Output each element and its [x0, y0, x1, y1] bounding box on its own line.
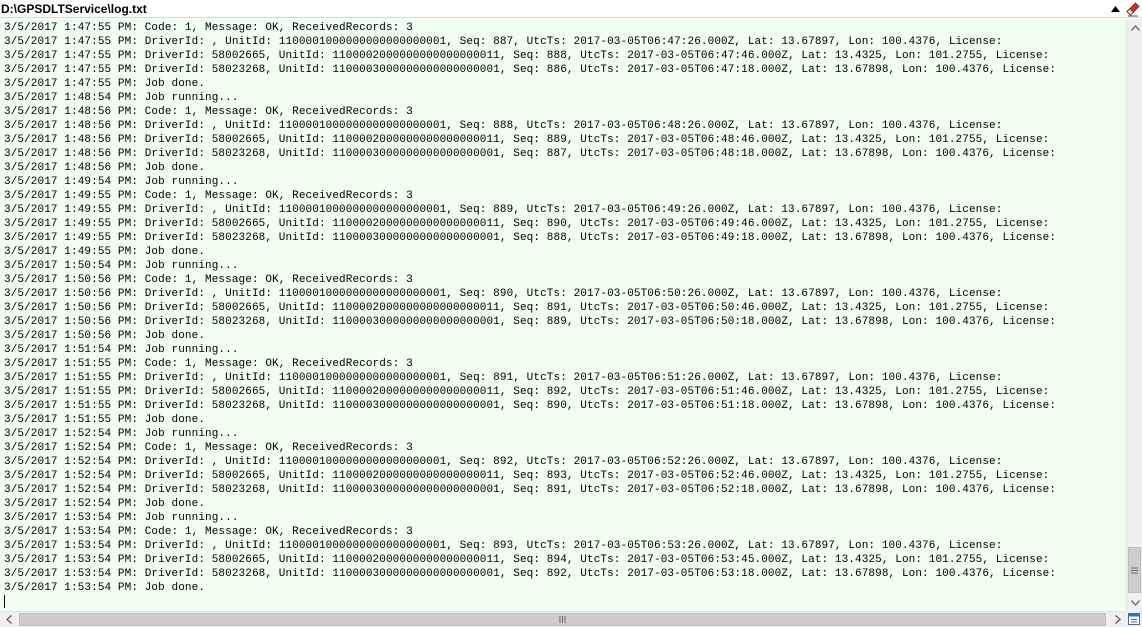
log-line: 3/5/2017 1:52:54 PM: DriverId: 58023268,… [4, 484, 1057, 496]
horizontal-scroll-thumb[interactable] [19, 613, 1106, 626]
vertical-scrollbar[interactable] [1126, 19, 1142, 611]
title-bar: D:\GPSDLTService\log.txt [0, 0, 1142, 18]
log-line: 3/5/2017 1:51:55 PM: Job done. [4, 414, 206, 426]
triangle-up-icon[interactable] [1109, 3, 1121, 15]
vertical-scroll-thumb[interactable] [1128, 547, 1141, 593]
log-line: 3/5/2017 1:47:55 PM: DriverId: , UnitId:… [4, 36, 1003, 48]
log-line: 3/5/2017 1:51:55 PM: Code: 1, Message: O… [4, 358, 413, 370]
text-caret [4, 595, 5, 608]
log-line: 3/5/2017 1:53:54 PM: Job done. [4, 582, 206, 594]
file-path-title: D:\GPSDLTService\log.txt [1, 2, 147, 16]
log-line: 3/5/2017 1:50:56 PM: DriverId: , UnitId:… [4, 288, 1003, 300]
eraser-icon[interactable] [1125, 1, 1141, 17]
log-line: 3/5/2017 1:53:54 PM: Code: 1, Message: O… [4, 526, 413, 538]
log-line: 3/5/2017 1:49:55 PM: DriverId: 58002665,… [4, 218, 1050, 230]
log-line: 3/5/2017 1:52:54 PM: Job running... [4, 428, 239, 440]
log-line: 3/5/2017 1:48:56 PM: DriverId: 58023268,… [4, 148, 1057, 160]
log-line: 3/5/2017 1:49:55 PM: DriverId: 58023268,… [4, 232, 1057, 244]
log-line: 3/5/2017 1:47:55 PM: Code: 1, Message: O… [4, 22, 413, 34]
log-line: 3/5/2017 1:50:56 PM: Code: 1, Message: O… [4, 274, 413, 286]
chevron-left-icon[interactable] [0, 612, 17, 627]
log-line: 3/5/2017 1:51:55 PM: DriverId: , UnitId:… [4, 372, 1003, 384]
log-line: 3/5/2017 1:52:54 PM: Job done. [4, 498, 206, 510]
panel-toggle-icon[interactable] [1126, 611, 1142, 627]
log-line: 3/5/2017 1:47:55 PM: DriverId: 58002665,… [4, 50, 1050, 62]
log-line: 3/5/2017 1:47:55 PM: DriverId: 58023268,… [4, 64, 1057, 76]
log-text-area[interactable]: 3/5/2017 1:47:55 PM: Code: 1, Message: O… [0, 19, 1126, 611]
chevron-right-icon[interactable] [1109, 612, 1126, 627]
log-line: 3/5/2017 1:53:54 PM: DriverId: , UnitId:… [4, 540, 1003, 552]
log-line: 3/5/2017 1:53:54 PM: DriverId: 58002665,… [4, 554, 1050, 566]
log-line: 3/5/2017 1:49:55 PM: Code: 1, Message: O… [4, 190, 413, 202]
log-line: 3/5/2017 1:49:55 PM: Job done. [4, 246, 206, 258]
log-line: 3/5/2017 1:48:56 PM: Code: 1, Message: O… [4, 106, 413, 118]
log-line: 3/5/2017 1:53:54 PM: DriverId: 58023268,… [4, 568, 1057, 580]
grip-icon [1131, 567, 1138, 573]
log-line: 3/5/2017 1:51:55 PM: DriverId: 58002665,… [4, 386, 1050, 398]
log-line: 3/5/2017 1:48:54 PM: Job running... [4, 92, 239, 104]
log-line: 3/5/2017 1:52:54 PM: DriverId: 58002665,… [4, 470, 1050, 482]
log-line: 3/5/2017 1:51:54 PM: Job running... [4, 344, 239, 356]
chevron-up-icon[interactable] [1127, 19, 1142, 36]
log-lines: 3/5/2017 1:47:55 PM: Code: 1, Message: O… [4, 21, 1056, 595]
log-line: 3/5/2017 1:52:54 PM: Code: 1, Message: O… [4, 442, 413, 454]
log-line: 3/5/2017 1:48:56 PM: DriverId: 58002665,… [4, 134, 1050, 146]
log-line: 3/5/2017 1:50:56 PM: DriverId: 58023268,… [4, 316, 1057, 328]
log-line: 3/5/2017 1:49:55 PM: DriverId: , UnitId:… [4, 204, 1003, 216]
log-line: 3/5/2017 1:52:54 PM: DriverId: , UnitId:… [4, 456, 1003, 468]
log-line: 3/5/2017 1:51:55 PM: DriverId: 58023268,… [4, 400, 1057, 412]
log-line: 3/5/2017 1:53:54 PM: Job running... [4, 512, 239, 524]
log-line: 3/5/2017 1:50:56 PM: DriverId: 58002665,… [4, 302, 1050, 314]
log-line: 3/5/2017 1:47:55 PM: Job done. [4, 78, 206, 90]
log-line: 3/5/2017 1:48:56 PM: Job done. [4, 162, 206, 174]
horizontal-scrollbar[interactable] [0, 611, 1126, 627]
log-line: 3/5/2017 1:49:54 PM: Job running... [4, 176, 239, 188]
chevron-down-icon[interactable] [1127, 594, 1142, 611]
grip-icon [559, 616, 566, 623]
log-line: 3/5/2017 1:50:56 PM: Job done. [4, 330, 206, 342]
log-line: 3/5/2017 1:50:54 PM: Job running... [4, 260, 239, 272]
log-line: 3/5/2017 1:48:56 PM: DriverId: , UnitId:… [4, 120, 1003, 132]
